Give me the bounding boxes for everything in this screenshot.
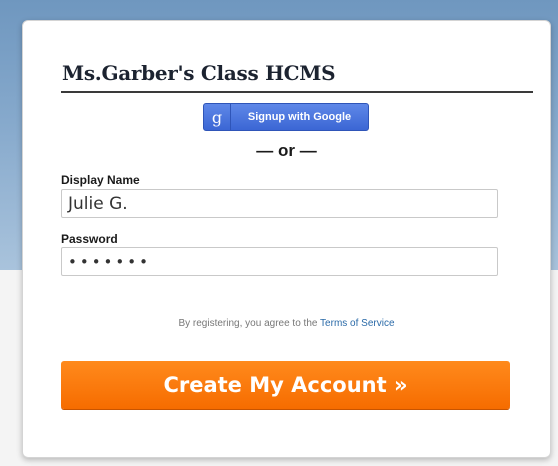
display-name-field[interactable]: Julie G. (61, 189, 498, 218)
password-label: Password (61, 232, 118, 246)
terms-of-service-link[interactable]: Terms of Service (320, 318, 394, 329)
create-account-button[interactable]: Create My Account » (61, 361, 510, 409)
google-icon: g (204, 104, 231, 130)
password-field[interactable]: ••••••• (61, 247, 498, 276)
google-button-label: Signup with Google (247, 111, 352, 123)
terms-notice: By registering, you agree to the Terms o… (23, 318, 550, 329)
display-name-label: Display Name (61, 173, 140, 187)
form-title: Ms.Garber's Class HCMS (62, 61, 336, 85)
terms-prefix: By registering, you agree to the (178, 318, 321, 329)
signup-with-google-button[interactable]: g Signup with Google (203, 103, 369, 131)
title-divider (61, 91, 533, 93)
signup-card: Ms.Garber's Class HCMS g Signup with Goo… (22, 20, 551, 458)
or-divider: — or — (256, 141, 317, 160)
